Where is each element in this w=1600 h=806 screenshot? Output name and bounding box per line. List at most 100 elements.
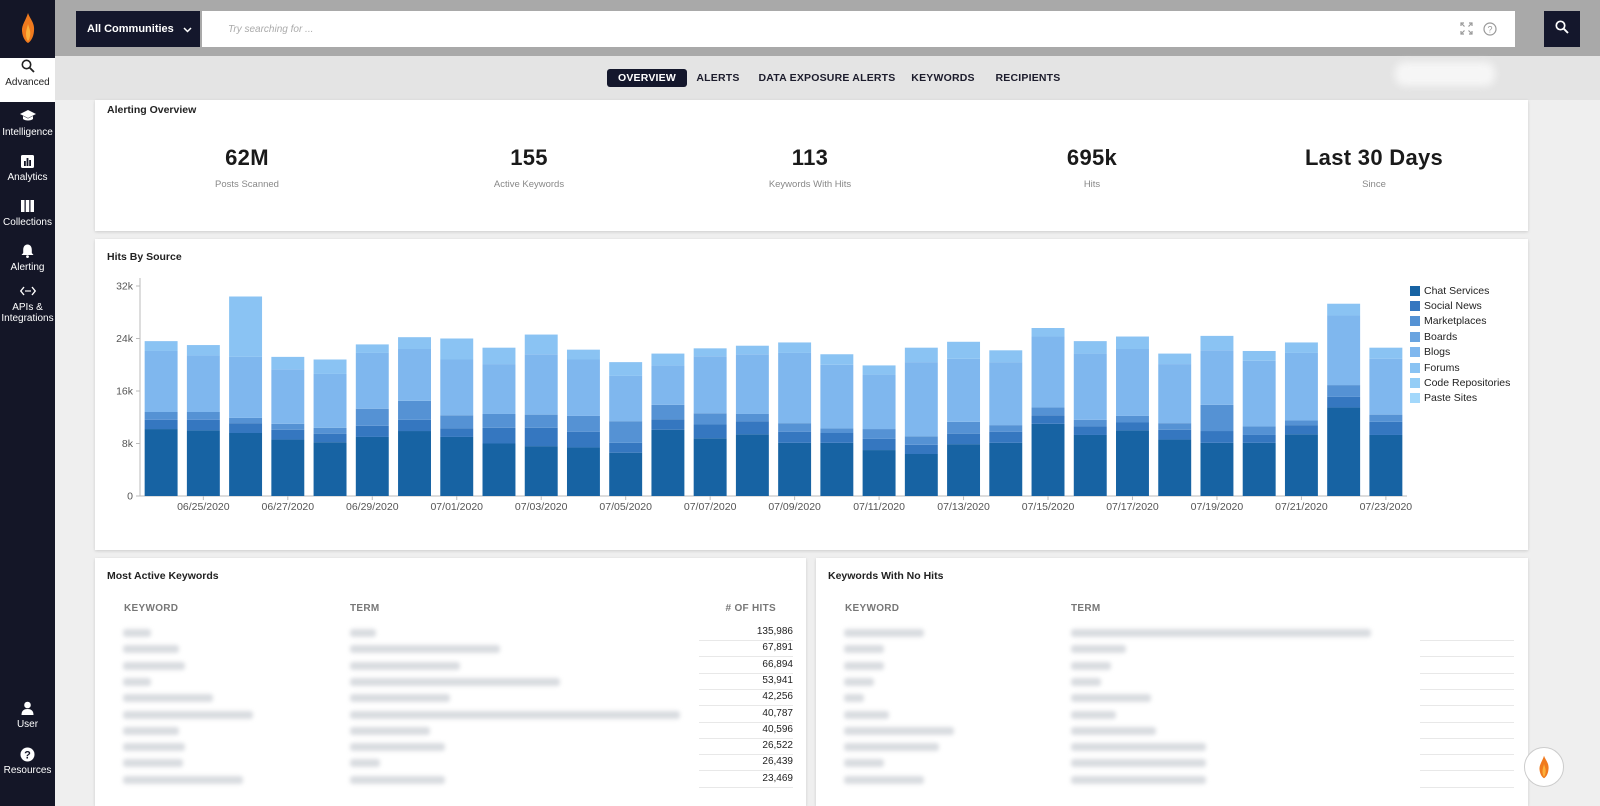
table-row[interactable]: 40,787 [107, 707, 793, 723]
legend-label: Marketplaces [1424, 315, 1487, 328]
table-row[interactable] [828, 690, 1514, 707]
blurred-keyword [123, 629, 151, 637]
blurred-term [1071, 710, 1116, 719]
tab-recipients[interactable]: RECIPIENTS [988, 69, 1068, 87]
legend-swatch [1410, 331, 1420, 342]
table-row[interactable] [828, 658, 1514, 674]
empty-cell [1420, 625, 1514, 641]
legend-label: Blogs [1424, 346, 1451, 359]
sidebar-item-apis-integrations[interactable]: APIs & Integrations [0, 283, 55, 328]
search-input[interactable] [202, 11, 1442, 47]
graduation-cap-icon [19, 108, 36, 124]
help-circle-icon[interactable]: ? [1483, 22, 1497, 41]
blurred-term [350, 677, 560, 686]
table-row[interactable] [828, 674, 1514, 690]
table-row[interactable] [828, 707, 1514, 723]
hits-cell: 23,469 [699, 772, 793, 788]
column-header-keyword[interactable]: KEYWORD [845, 603, 899, 614]
blurred-keyword [123, 645, 179, 654]
stat-value: 62M [225, 145, 269, 170]
empty-cell [1420, 707, 1514, 723]
legend-item[interactable]: Blogs [1410, 345, 1510, 360]
sidebar: Advanced Intelligence Analytics Collecti… [0, 0, 55, 806]
flame-logo-icon[interactable] [0, 0, 55, 56]
blurred-term [350, 629, 376, 637]
table-row[interactable]: 42,256 [107, 690, 793, 707]
stat-label: Keywords With Hits [768, 179, 852, 190]
blurred-term [350, 710, 680, 719]
table-row[interactable] [828, 723, 1514, 739]
svg-text:?: ? [24, 749, 31, 761]
blurred-term [1071, 629, 1371, 637]
hits-value: 135,986 [756, 626, 793, 637]
blurred-keyword [844, 743, 939, 752]
legend-swatch [1410, 393, 1420, 404]
blurred-keyword [123, 775, 243, 784]
tab-keywords[interactable]: KEYWORDS [907, 69, 979, 87]
table-row[interactable] [828, 625, 1514, 641]
legend-item[interactable]: Paste Sites [1410, 391, 1510, 406]
legend-item[interactable]: Boards [1410, 329, 1510, 344]
sidebar-item-resources[interactable]: ? Resources [0, 746, 55, 790]
tab-data-exposure-alerts[interactable]: DATA EXPOSURE ALERTS [755, 69, 899, 87]
table-row[interactable]: 67,891 [107, 641, 793, 658]
table-row[interactable] [828, 641, 1514, 658]
column-header-term[interactable]: TERM [1071, 603, 1101, 614]
table-row[interactable]: 66,894 [107, 658, 793, 674]
sidebar-item-label: Intelligence [2, 127, 53, 138]
sidebar-item-user[interactable]: User [0, 700, 55, 744]
legend-swatch [1410, 285, 1420, 296]
legend-item[interactable]: Chat Services [1410, 283, 1510, 298]
blurred-term [1071, 645, 1126, 654]
table-row[interactable] [828, 755, 1514, 772]
blurred-term [1071, 743, 1206, 752]
flame-logo-icon[interactable] [1524, 747, 1564, 787]
hits-cell: 40,596 [699, 723, 793, 739]
table-row[interactable]: 26,522 [107, 739, 793, 756]
community-select[interactable]: All Communities [76, 11, 200, 47]
column-header-keyword[interactable]: KEYWORD [124, 603, 178, 614]
table-row[interactable]: 23,469 [107, 772, 793, 788]
table-row[interactable] [828, 772, 1514, 788]
sidebar-item-alerting[interactable]: Alerting [0, 243, 55, 287]
search-icon [20, 58, 36, 74]
empty-cell [1420, 755, 1514, 772]
sidebar-item-advanced[interactable]: Advanced [0, 58, 55, 102]
tab-overview[interactable]: OVERVIEW [607, 69, 687, 87]
blurred-keyword [844, 629, 924, 637]
blurred-term [350, 661, 460, 670]
stat-value: 695k [1066, 145, 1118, 170]
sidebar-item-analytics[interactable]: Analytics [0, 153, 55, 197]
blurred-keyword [123, 661, 185, 670]
search-button[interactable] [1544, 11, 1580, 47]
blurred-keyword [123, 726, 179, 735]
legend-item[interactable]: Social News [1410, 298, 1510, 313]
empty-cell [1420, 690, 1514, 707]
stat-keywords-with-hits: 113 Keywords With Hits [710, 145, 910, 190]
blurred-keyword [844, 677, 874, 686]
search-icon [1555, 19, 1569, 39]
card-title: Most Active Keywords [107, 570, 219, 582]
table-row[interactable]: 53,941 [107, 674, 793, 690]
table-row[interactable]: 26,439 [107, 755, 793, 772]
tab-bar: OVERVIEW ALERTS DATA EXPOSURE ALERTS KEY… [55, 56, 1600, 100]
column-header-term[interactable]: TERM [350, 603, 380, 614]
legend-item[interactable]: Forums [1410, 360, 1510, 375]
table-row[interactable] [828, 739, 1514, 756]
sidebar-item-label: Resources [3, 765, 52, 776]
sidebar-item-intelligence[interactable]: Intelligence [0, 108, 55, 152]
legend-item[interactable]: Code Repositories [1410, 375, 1510, 390]
legend-item[interactable]: Marketplaces [1410, 314, 1510, 329]
sidebar-item-label: Advanced [5, 77, 50, 88]
blurred-term [350, 726, 430, 735]
blurred-keyword [844, 775, 924, 784]
column-header-hits[interactable]: # OF HITS [726, 603, 776, 614]
hits-value: 67,891 [762, 642, 793, 654]
expand-icon[interactable] [1460, 22, 1473, 40]
blurred-term [1071, 775, 1206, 784]
table-row[interactable]: 40,596 [107, 723, 793, 739]
sidebar-item-collections[interactable]: Collections [0, 198, 55, 242]
tab-alerts[interactable]: ALERTS [691, 69, 745, 87]
table-row[interactable]: 135,986 [107, 625, 793, 641]
chart-legend: Chat Services Social News Marketplaces Boar… [1410, 283, 1510, 406]
